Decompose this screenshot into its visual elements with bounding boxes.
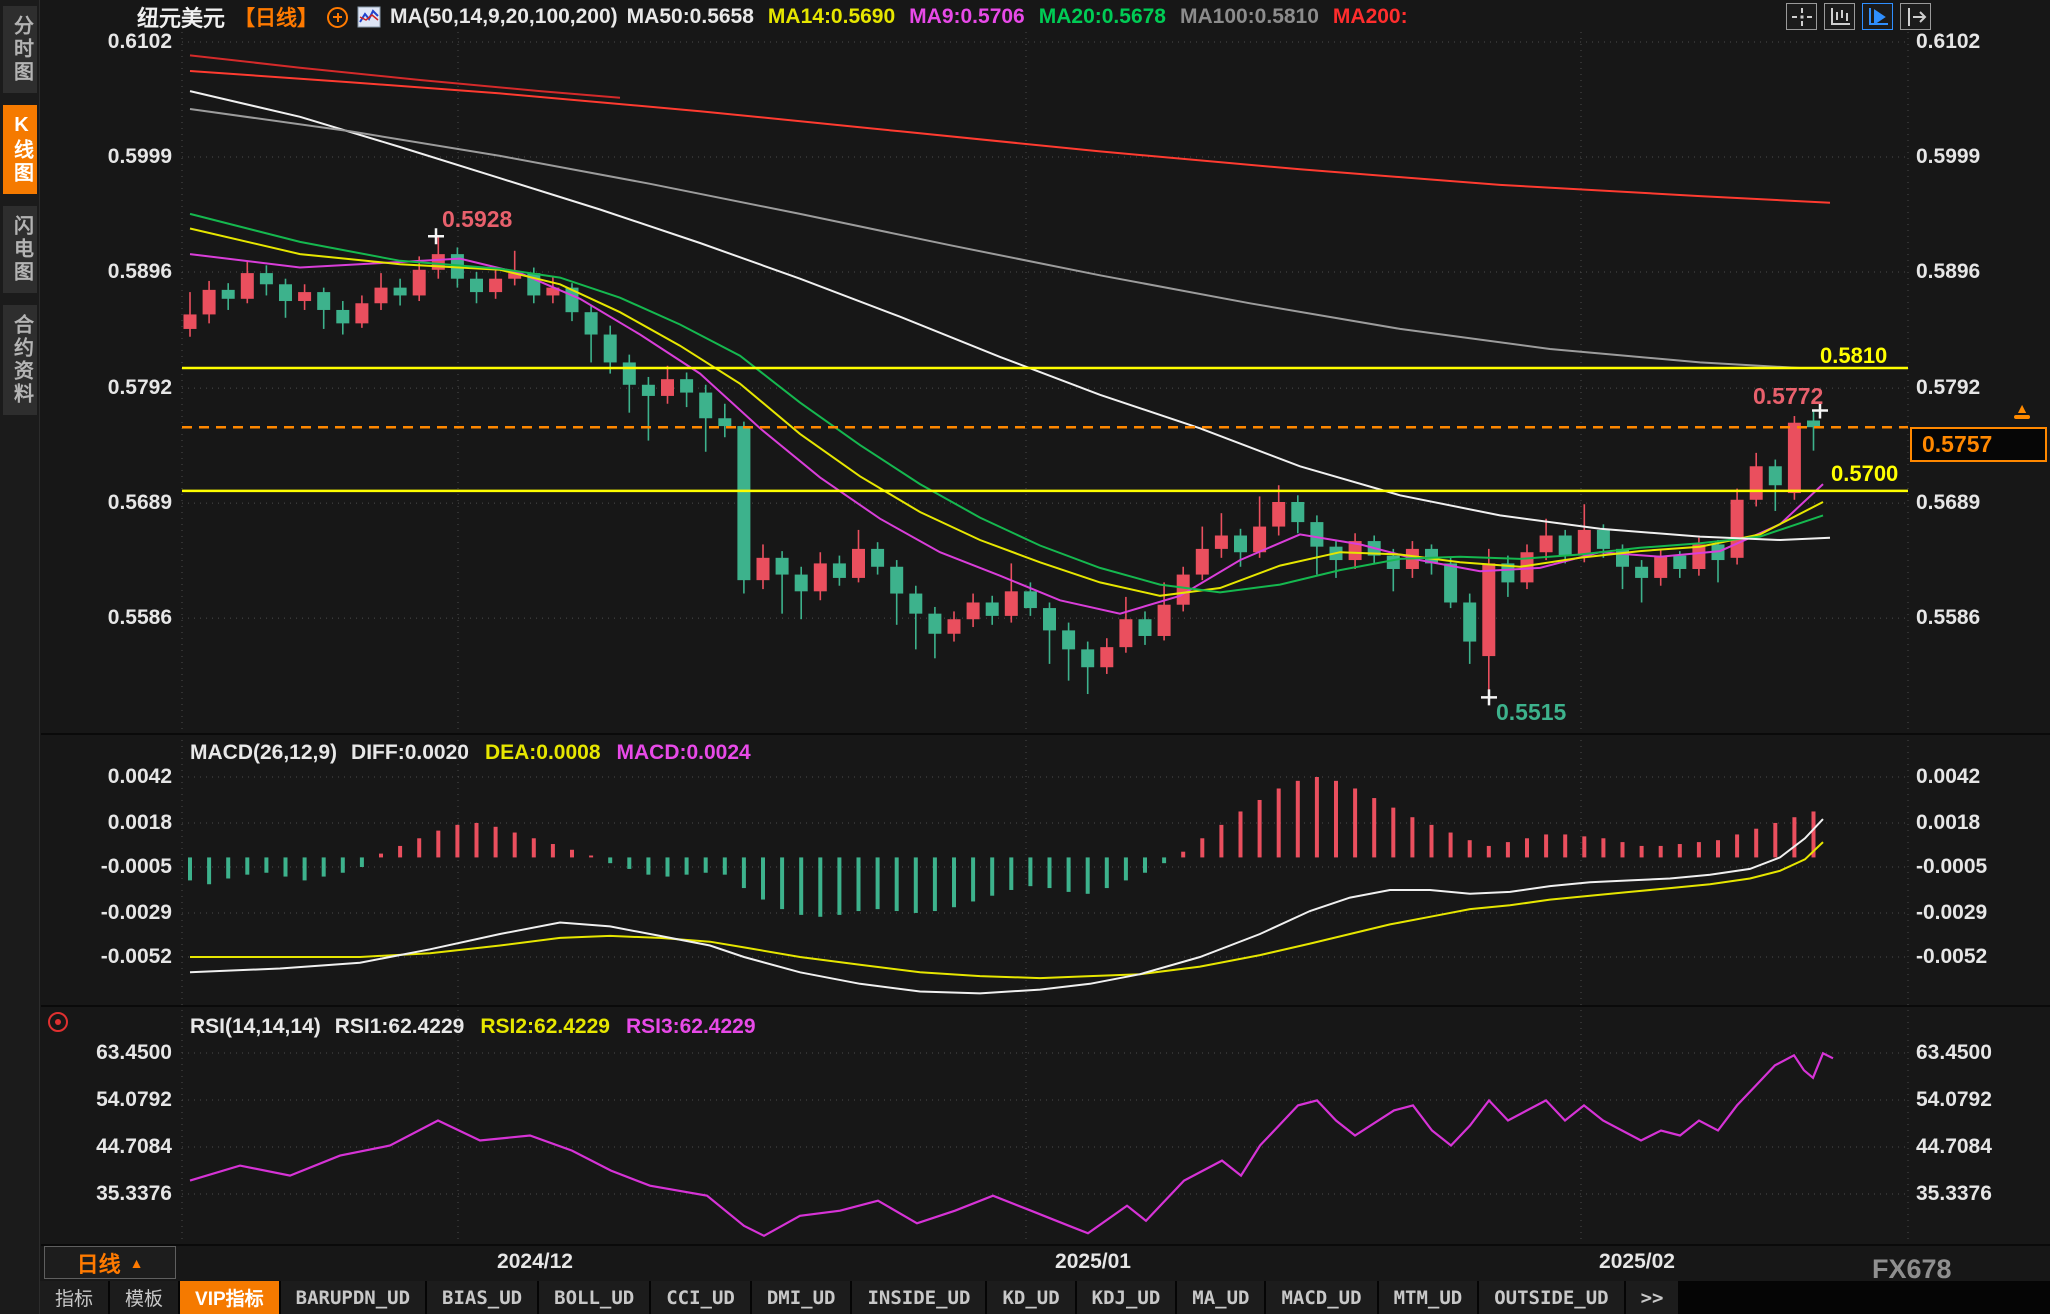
readout: MA20:0.5678	[1038, 5, 1166, 28]
axis-label: 0.6102	[1916, 30, 1981, 53]
current-price-value: 0.5757	[1922, 431, 1993, 457]
axis-label: 0.5896	[1916, 260, 1981, 283]
rsi-params-label: RSI(14,14,14)	[190, 1015, 321, 1038]
auto-scale-icon[interactable]	[1862, 3, 1893, 30]
ma-params-label: MA(50,14,9,20,100,200)	[390, 5, 618, 28]
readout: RSI3:62.4229	[625, 1015, 756, 1038]
readout: RSI1:62.4229	[334, 1015, 465, 1038]
readout: MA50:0.5658	[626, 5, 754, 28]
x-axis-month-label: 2024/12	[497, 1250, 573, 1273]
period-selector-label: 日线	[76, 1251, 121, 1277]
annotation-swing-high: 0.5928	[442, 206, 513, 232]
tab-MA_UD[interactable]: MA_UD	[1177, 1281, 1265, 1314]
chart-app: 分时图 K线图闪电图合约资料 纽元美元 【日线】 MA(50,14,9,20,10…	[0, 0, 2050, 1314]
tab-指标[interactable]: 指标	[40, 1281, 109, 1314]
x-axis-month-label: 2025/01	[1055, 1250, 1131, 1273]
readout: MA14:0.5690	[767, 5, 896, 28]
readout: MA9:0.5706	[909, 5, 1025, 28]
tab-MTM_UD[interactable]: MTM_UD	[1378, 1281, 1478, 1314]
tab-MACD_UD[interactable]: MACD_UD	[1266, 1281, 1377, 1314]
macd-params-label: MACD(26,12,9)	[190, 741, 338, 764]
current-price-tag: 0.5757	[1910, 427, 2047, 462]
axis-label: 54.0792	[1916, 1088, 1992, 1111]
axis-label: -0.0005	[1916, 855, 1988, 878]
tab-CCI_UD[interactable]: CCI_UD	[651, 1281, 750, 1314]
chart-toolbar	[1786, 3, 1931, 30]
tab-模板[interactable]: 模板	[110, 1281, 179, 1314]
ma-readouts: MA50:0.5658 MA14:0.5690 MA9:0.5706 MA20:0.5…	[627, 5, 1408, 29]
axis-label: 0.0042	[1916, 764, 1981, 788]
back-to-latest-icon[interactable]: ▲	[2012, 401, 2032, 419]
indicator-tabbar: 指标 模板 VIP指标 BARUPDN_UD BIAS_UD BOLL_UD CCI_UD D…	[40, 1281, 2050, 1314]
sidebar-item-闪电图[interactable]: 闪电图	[2, 206, 37, 293]
readout: RSI2:62.4229	[480, 1015, 610, 1038]
period-tag[interactable]: 【日线】	[234, 2, 318, 32]
tab-BIAS_UD[interactable]: BIAS_UD	[427, 1281, 538, 1314]
sidebar-item-K线图[interactable]: K线图	[2, 105, 37, 194]
tab-OUTSIDE_UD[interactable]: OUTSIDE_UD	[1479, 1281, 1624, 1314]
macd-header: MACD(26,12,9) DIFF:0.0020 DEA:0.0008 MACD:…	[190, 741, 751, 765]
readout: DEA:0.0008	[484, 741, 601, 764]
readout: MA200:	[1332, 5, 1408, 28]
annotation-swing-low: 0.5515	[1496, 699, 1567, 725]
readout: MA100:0.5810	[1179, 5, 1319, 28]
axis-label: 0.5999	[1916, 145, 1981, 168]
chart-canvas[interactable]	[0, 0, 2050, 1314]
annotation-support: 0.5700	[1831, 461, 1899, 486]
axis-label: 0.5586	[1916, 606, 1981, 630]
axis-label: -0.0029	[1916, 900, 1988, 924]
indicator-target-icon[interactable]	[48, 1012, 68, 1032]
tab-BARUPDN_UD[interactable]: BARUPDN_UD	[280, 1281, 426, 1314]
scale-axis-icon[interactable]	[1824, 3, 1855, 30]
tab-KDJ_UD[interactable]: KDJ_UD	[1076, 1281, 1176, 1314]
sidebar-item-合约资料[interactable]: 合约资料	[2, 305, 37, 415]
pan-crosshair-icon[interactable]	[1786, 3, 1817, 30]
main-chart-header: 纽元美元 【日线】 MA(50,14,9,20,100,200) MA50:0.…	[137, 3, 1408, 31]
collapse-right-icon[interactable]	[1900, 3, 1931, 30]
mini-chart-icon[interactable]	[357, 6, 381, 28]
sidebar: 分时图 K线图闪电图合约资料	[0, 0, 40, 1314]
tab-KD_UD[interactable]: KD_UD	[987, 1281, 1075, 1314]
readout: DIFF:0.0020	[351, 741, 469, 764]
chevron-up-icon: ▲	[129, 1254, 144, 1271]
rsi-header: RSI(14,14,14) RSI1:62.4229 RSI2:62.4229 RS…	[190, 1015, 756, 1039]
period-selector-button[interactable]: 日线 ▲	[44, 1246, 176, 1279]
crosshair-target-icon[interactable]	[327, 6, 349, 28]
annotation-recent-high: 0.5772	[1753, 383, 1824, 409]
axis-label: 0.5792	[1916, 376, 1981, 400]
symbol-title: 纽元美元	[137, 6, 226, 31]
x-axis-month-label: 2025/02	[1599, 1250, 1675, 1273]
tab-DMI_UD[interactable]: DMI_UD	[751, 1281, 851, 1314]
tab-BOLL_UD[interactable]: BOLL_UD	[539, 1281, 650, 1314]
axis-label: 35.3376	[1916, 1182, 1992, 1205]
sidebar-item-分时图[interactable]: 分时图	[2, 6, 37, 93]
rsi-readouts: RSI1:62.4229 RSI2:62.4229 RSI3:62.4229	[335, 1015, 756, 1039]
annotation-resistance: 0.5810	[1820, 343, 1888, 368]
axis-label: 0.5689	[1916, 491, 1981, 515]
readout: MACD:0.0024	[616, 741, 751, 764]
axis-label: 44.7084	[1916, 1135, 1992, 1158]
tab-INSIDE_UD[interactable]: INSIDE_UD	[852, 1281, 986, 1314]
axis-label: -0.0052	[1916, 945, 1988, 968]
axis-label: 0.0018	[1916, 810, 1981, 834]
tab--[interactable]: >>	[1625, 1281, 1679, 1314]
axis-label: 63.4500	[1916, 1041, 1992, 1064]
macd-readouts: DIFF:0.0020 DEA:0.0008 MACD:0.0024	[351, 741, 751, 765]
tab-VIP指标[interactable]: VIP指标	[180, 1281, 279, 1314]
